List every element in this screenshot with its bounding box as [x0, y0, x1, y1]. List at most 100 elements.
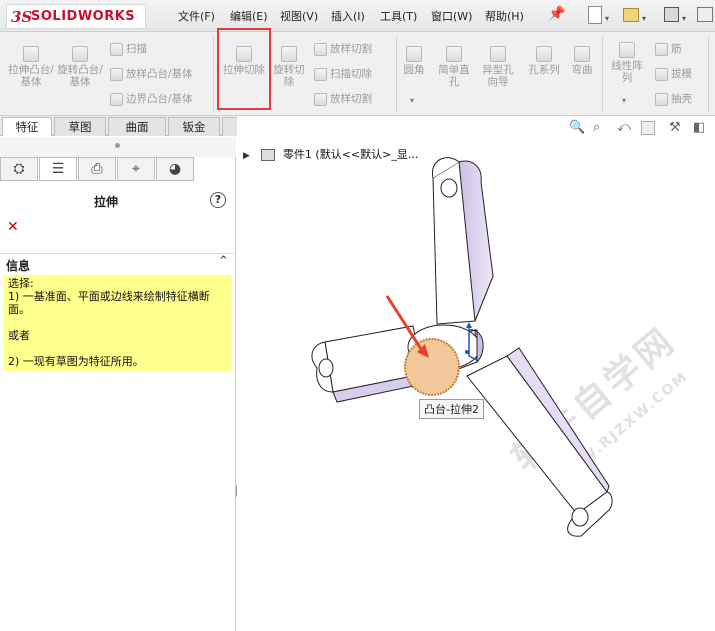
draft-icon [655, 67, 668, 81]
info-line: 2) 一现有草图为特征所用。 [8, 355, 144, 368]
shell-icon [655, 92, 668, 106]
command-manager: 拉伸凸台/基体 旋转凸台/基体 扫描 放样凸台/基体 边界凸台/基体 拉伸切除 … [0, 32, 715, 116]
help-icon[interactable]: ? [210, 192, 226, 208]
linear-pattern-label: 线性阵列 [611, 60, 643, 84]
sweep-button[interactable]: 扫描 [110, 41, 147, 56]
rib-button[interactable]: 筋 [655, 41, 682, 56]
loft-cut-label: 放样切割 [330, 43, 372, 55]
hole-series-button[interactable]: 孔系列 [524, 46, 564, 76]
toolbar-divider [708, 36, 709, 112]
info-line: 或者 [8, 329, 30, 342]
menu-window[interactable]: 窗口(W) [431, 8, 472, 24]
boundary-boss-label: 边界凸台/基体 [126, 93, 193, 105]
hole-series-icon [536, 46, 552, 62]
revolve-cut-icon [281, 46, 297, 62]
tab-configuration-manager[interactable]: ⎙ [78, 157, 116, 181]
tab-display-manager[interactable]: ◕ [156, 157, 194, 181]
crosshair-icon: ⌖ [132, 161, 140, 177]
sweep-cut-label: 扫描切除 [330, 68, 372, 80]
menu-file[interactable]: 文件(F) [178, 8, 215, 24]
open-folder-icon[interactable] [623, 8, 639, 22]
tab-features[interactable]: 特征 [2, 117, 52, 136]
chevron-up-icon[interactable]: ⌃ [218, 254, 229, 269]
cancel-icon[interactable]: ✕ [7, 219, 19, 235]
menu-tools[interactable]: 工具(T) [380, 8, 417, 24]
lower-arm [466, 347, 613, 537]
pin-icon[interactable]: 📌 [548, 6, 565, 22]
selected-boss-face[interactable] [404, 338, 460, 396]
info-title: 信息 [6, 259, 31, 273]
fillet-label: 圆角 [403, 64, 425, 76]
tab-sheet-metal[interactable]: 钣金 [168, 117, 220, 136]
linear-pattern-icon [619, 42, 635, 58]
chevron-down-icon[interactable]: ▾ [682, 14, 686, 23]
chevron-down-icon[interactable]: ▾ [605, 14, 609, 23]
print-icon[interactable] [697, 7, 713, 22]
panel-grip[interactable] [0, 137, 236, 157]
shell-label: 抽壳 [671, 93, 692, 105]
title-bar: 3S SOLIDWORKS 文件(F) 编辑(E) 视图(V) 插入(I) 工具… [0, 0, 715, 32]
configuration-icon: ⎙ [91, 161, 103, 177]
appearance-pie-icon: ◕ [168, 161, 182, 177]
info-section-header[interactable]: 信息 ⌃ [0, 253, 234, 273]
boundary-boss-icon [110, 92, 123, 106]
rib-label: 筋 [671, 43, 682, 55]
info-line: 1) 一基准面、平面或边线来绘制特征横断面。 [8, 290, 210, 316]
menu-help[interactable]: 帮助(H) [485, 8, 524, 24]
tab-surfaces[interactable]: 曲面 [108, 117, 166, 136]
menu-edit[interactable]: 编辑(E) [230, 8, 268, 24]
tab-property-manager[interactable]: ☰ [39, 157, 77, 181]
linear-pattern-button[interactable]: 线性阵列 [608, 42, 646, 84]
revolve-boss-icon [72, 46, 88, 62]
revolve-cut-label: 旋转切除 [273, 64, 305, 88]
tab-dimxpert[interactable]: ⌖ [117, 157, 155, 181]
toolbar-divider [213, 36, 214, 112]
chevron-down-icon[interactable]: ▾ [642, 14, 646, 23]
extrude-boss-label: 拉伸凸台/基体 [8, 64, 54, 88]
save-icon[interactable] [664, 7, 679, 22]
simple-hole-label: 简单直孔 [438, 64, 470, 88]
loft-cut-icon [314, 42, 327, 56]
bend-icon [574, 46, 590, 62]
feature-tree-icon: ⛭ [13, 161, 25, 177]
shell-button[interactable]: 抽壳 [655, 91, 692, 106]
toolbar-divider [396, 36, 397, 112]
solidworks-logo[interactable]: 3S SOLIDWORKS [6, 4, 146, 29]
fillet-icon [406, 46, 422, 62]
sweep-cut-button[interactable]: 扫描切除 [314, 66, 372, 81]
menu-insert[interactable]: 插入(I) [331, 8, 365, 24]
revolve-boss-button[interactable]: 旋转凸台/基体 [57, 46, 103, 88]
sweep-label: 扫描 [126, 43, 147, 55]
grip-dot-icon [115, 143, 120, 148]
sweep-cut-icon [314, 67, 327, 81]
property-manager-icon: ☰ [51, 161, 65, 177]
boundary-cut-button[interactable]: 放样切割 [314, 91, 372, 106]
graphics-area[interactable]: 🔍 ⌕ ⤺ ⚒ ◧ ▶ 零件1 (默认<<默认>_显... 软件自学网 WWW.… [237, 116, 715, 631]
ds-logo-icon: 3S [11, 8, 33, 26]
draft-button[interactable]: 拔模 [655, 66, 692, 81]
tab-feature-tree[interactable]: ⛭ [0, 157, 38, 181]
hole-series-label: 孔系列 [528, 64, 560, 76]
3d-model[interactable] [237, 116, 715, 631]
chevron-down-icon[interactable]: ▾ [622, 96, 626, 105]
new-document-icon[interactable] [588, 6, 602, 24]
simple-hole-button[interactable]: 简单直孔 [434, 46, 474, 88]
boundary-boss-button[interactable]: 边界凸台/基体 [110, 91, 193, 106]
logo-text: SOLIDWORKS [31, 9, 136, 24]
feature-callout-label: 凸台-拉伸2 [419, 399, 484, 419]
tab-sketch[interactable]: 草图 [54, 117, 106, 136]
loft-boss-button[interactable]: 放样凸台/基体 [110, 66, 193, 81]
revolve-cut-button[interactable]: 旋转切除 [269, 46, 309, 88]
hole-wizard-button[interactable]: 异型孔向导 [478, 46, 518, 88]
extrude-boss-button[interactable]: 拉伸凸台/基体 [8, 46, 54, 88]
loft-cut-button[interactable]: 放样切割 [314, 41, 372, 56]
menu-view[interactable]: 视图(V) [280, 8, 318, 24]
boundary-cut-label: 放样切割 [330, 93, 372, 105]
fillet-button[interactable]: 圆角 [400, 46, 428, 76]
extrude-boss-icon [23, 46, 39, 62]
bend-button[interactable]: 弯曲 [566, 46, 598, 76]
chevron-down-icon[interactable]: ▾ [410, 96, 414, 105]
extrude-cut-highlight-box [217, 28, 271, 110]
draft-label: 拔模 [671, 68, 692, 80]
boundary-cut-icon [314, 92, 327, 106]
